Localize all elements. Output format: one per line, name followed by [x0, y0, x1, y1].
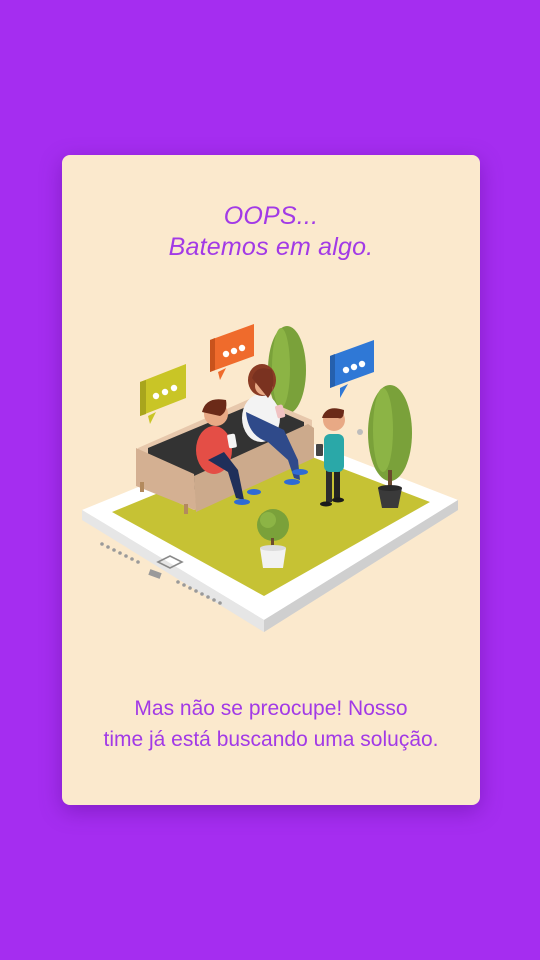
error-message-line2: time já está buscando uma solução.: [103, 728, 439, 751]
yellow-chat-bubble-icon: [140, 364, 186, 424]
error-title-line1: OOPS...: [223, 202, 319, 230]
error-card: OOPS... Batemos em algo. Mas não se preo…: [62, 155, 480, 805]
error-message: Mas não se preocupe! Nosso time já está …: [62, 693, 480, 755]
error-message-line1: Mas não se preocupe! Nosso: [134, 697, 408, 720]
error-title-line2: Batemos em algo.: [168, 233, 374, 261]
error-title: OOPS... Batemos em algo.: [62, 201, 480, 263]
orange-chat-bubble-icon: [210, 324, 254, 380]
blue-chat-bubble-icon: [330, 340, 374, 398]
people-on-sofa-tablet-illustration: [82, 324, 458, 632]
